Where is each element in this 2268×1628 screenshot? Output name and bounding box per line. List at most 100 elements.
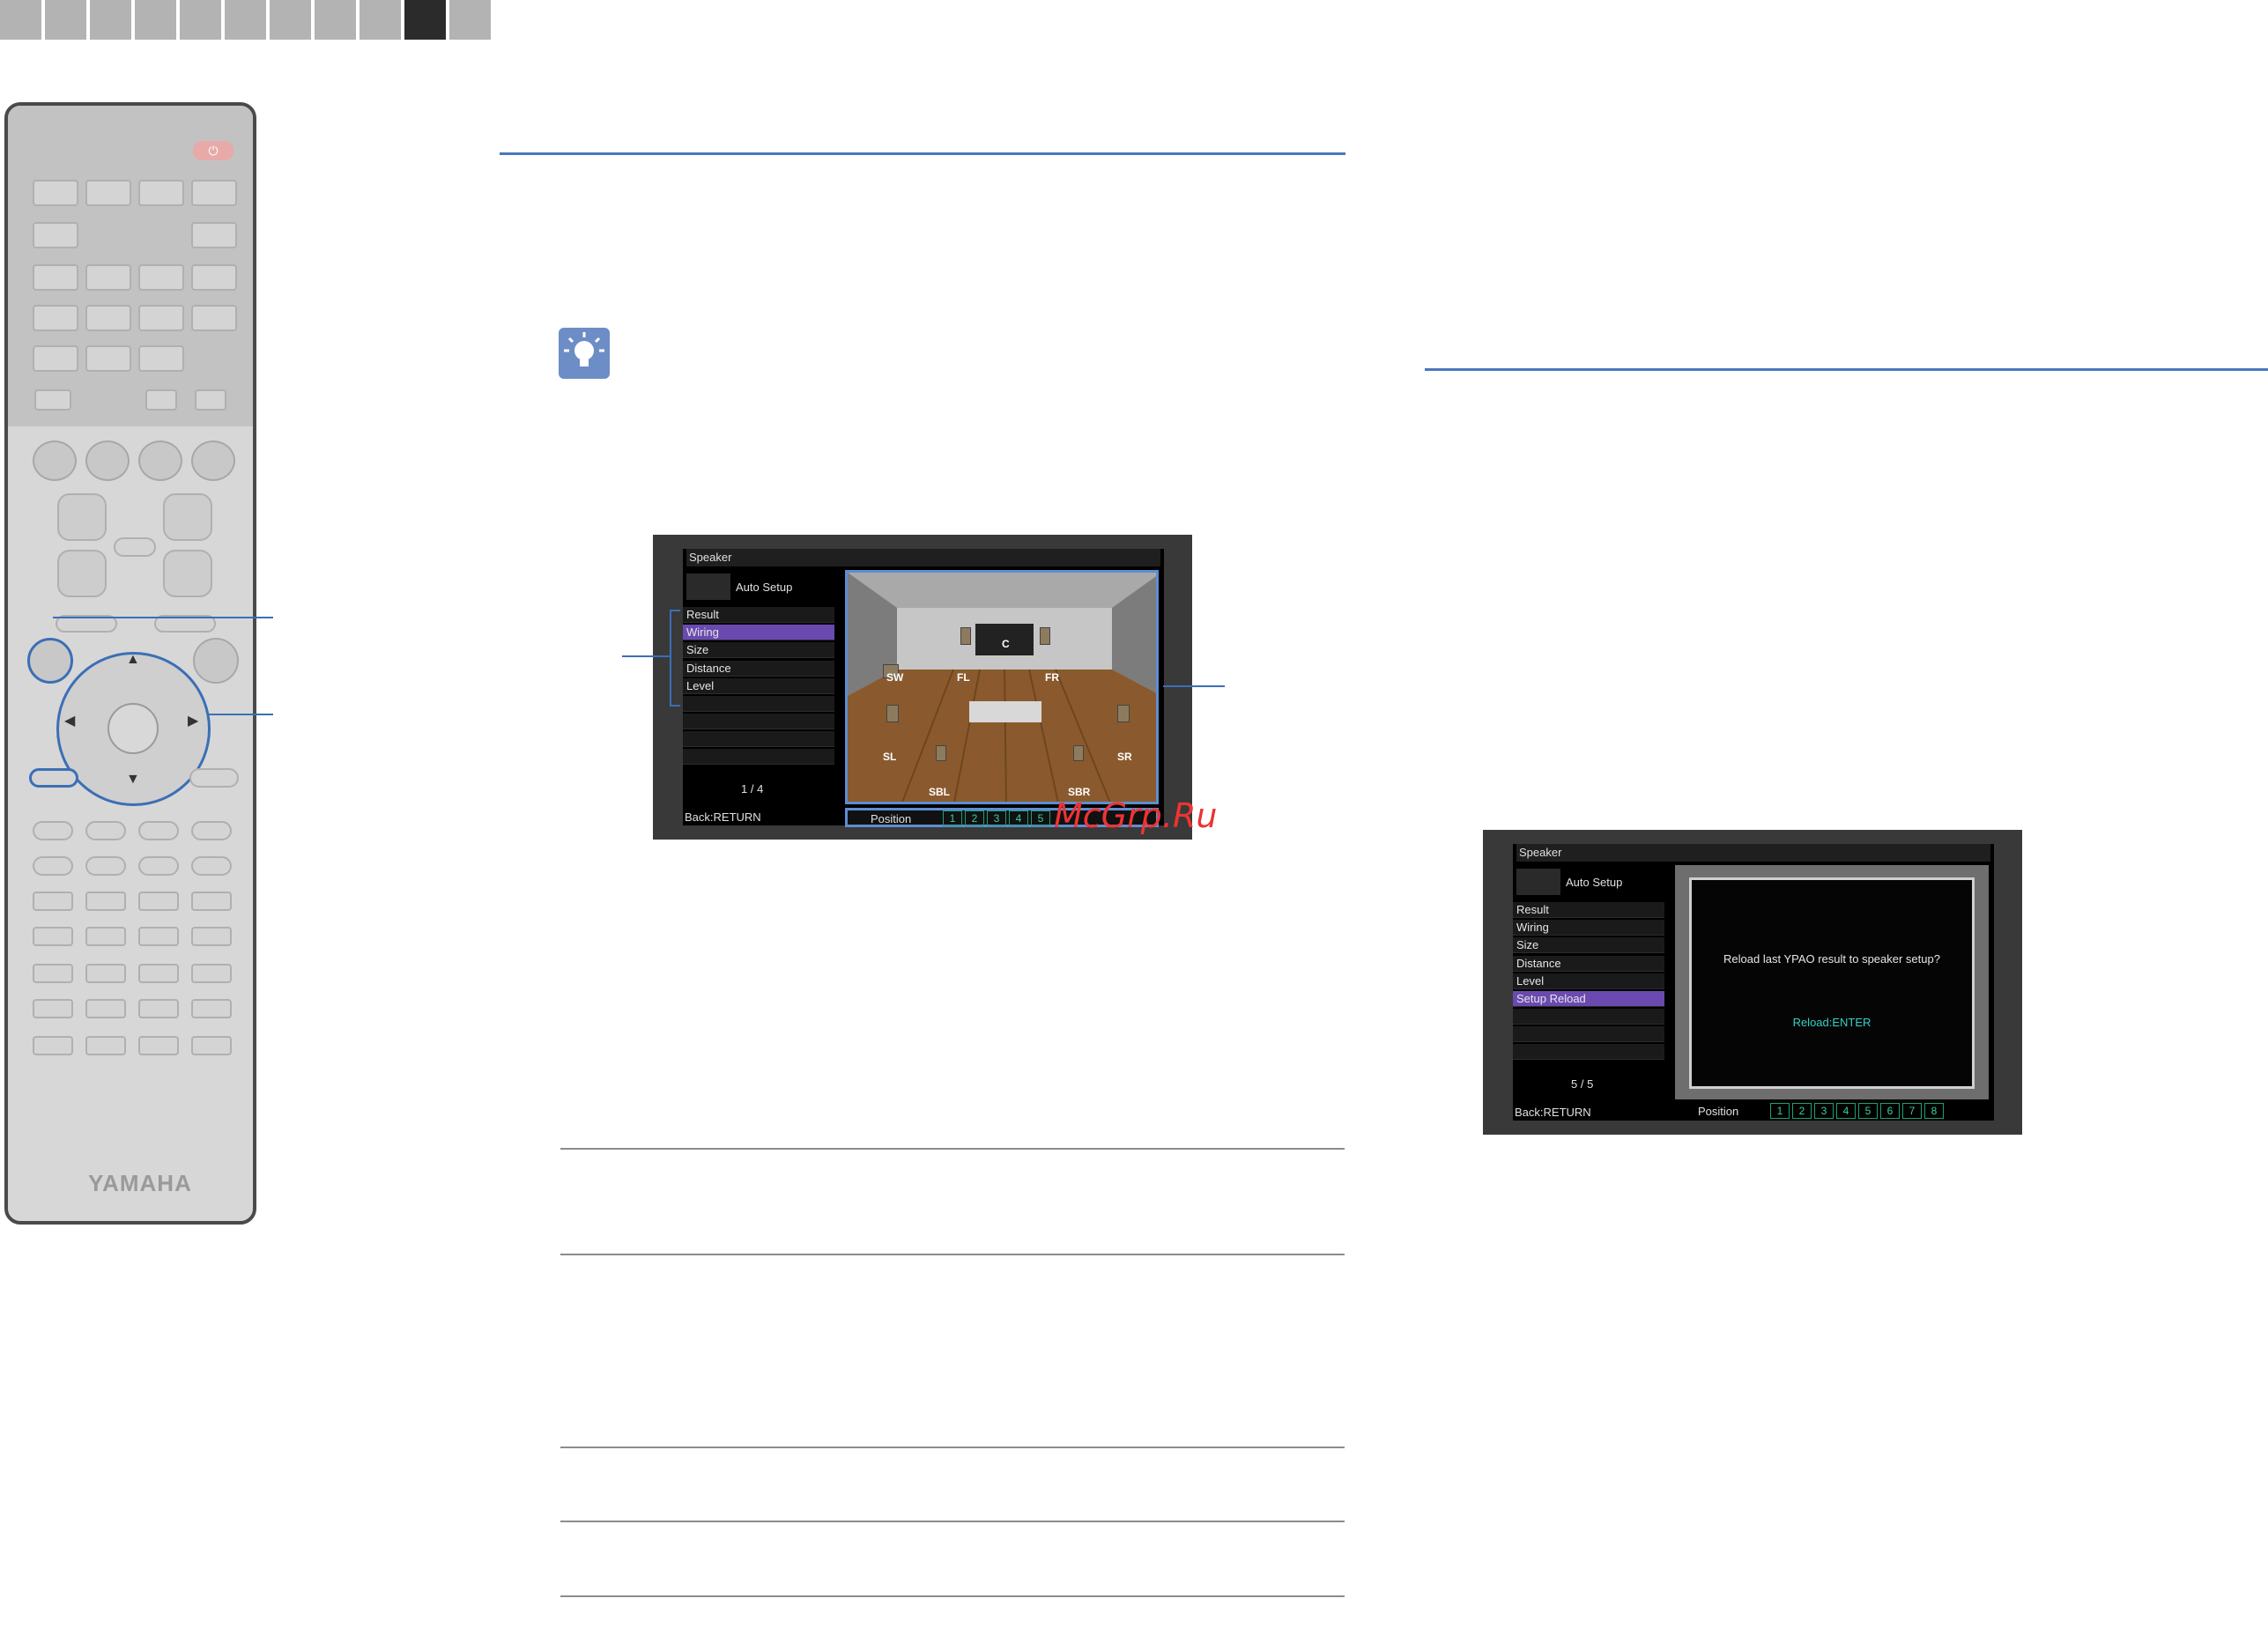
section-tab[interactable]	[449, 0, 491, 40]
menu-item-size[interactable]: Size	[1513, 937, 1664, 953]
numeric-button	[138, 892, 179, 911]
preset-up-button	[57, 493, 107, 541]
position-box[interactable]: 4	[1836, 1103, 1856, 1119]
osd-inner: Speaker Auto Setup Result Wiring Size Di…	[683, 549, 1164, 827]
position-box[interactable]: 3	[1814, 1103, 1834, 1119]
menu-item-level[interactable]: Level	[1513, 973, 1664, 989]
numeric-button	[85, 927, 126, 946]
numeric-button	[138, 999, 179, 1018]
speaker-label-sbl: SBL	[929, 786, 950, 798]
scene-button	[138, 440, 182, 481]
position-box[interactable]: 2	[965, 810, 984, 826]
numeric-button	[138, 964, 179, 983]
section-tab[interactable]	[0, 0, 41, 40]
cursor-right-icon: ▶	[188, 714, 199, 729]
watermark-text: McGrp.Ru	[1054, 796, 1218, 835]
menu-item-distance[interactable]: Distance	[683, 661, 834, 677]
osd-header: Speaker	[1516, 844, 1990, 862]
remote-button	[85, 180, 131, 206]
menu-item-empty	[683, 696, 834, 712]
callout-line-cursor	[208, 714, 273, 715]
reload-message: Reload last YPAO result to speaker setup…	[1723, 952, 1940, 966]
speaker-label-sr: SR	[1117, 751, 1132, 763]
osd-menu: Result Wiring Size Distance Level Setup …	[1513, 902, 1671, 1078]
transport-button	[138, 856, 179, 876]
section-tab[interactable]	[225, 0, 266, 40]
position-box[interactable]: 1	[1770, 1103, 1790, 1119]
remote-button	[33, 180, 78, 206]
menu-item-result[interactable]: Result	[683, 607, 834, 623]
menu-item-result[interactable]: Result	[1513, 902, 1664, 918]
menu-item-empty	[1513, 1026, 1664, 1042]
remote-button	[85, 345, 131, 372]
volume-up-button	[163, 493, 212, 541]
transport-button	[138, 821, 179, 840]
remote-button	[189, 768, 239, 788]
section-tab[interactable]	[315, 0, 356, 40]
cursor-up-icon: ▲	[126, 652, 140, 667]
position-box[interactable]: 7	[1902, 1103, 1922, 1119]
lightbulb-tip-icon	[559, 328, 610, 379]
position-bar: Position 1 2 3 4 5 6 7 8	[1675, 1103, 1989, 1121]
reload-enter-action[interactable]: Reload:ENTER	[1692, 1016, 1972, 1029]
remote-button	[33, 222, 78, 248]
remote-button	[138, 264, 184, 291]
remote-button	[33, 264, 78, 291]
remote-button	[138, 180, 184, 206]
position-box[interactable]: 5	[1858, 1103, 1878, 1119]
section-rule	[1425, 368, 2268, 371]
position-box[interactable]: 4	[1009, 810, 1028, 826]
section-tab[interactable]	[90, 0, 131, 40]
remote-button	[33, 345, 78, 372]
numeric-button	[33, 964, 73, 983]
table-rule	[560, 1447, 1345, 1448]
section-tab[interactable]	[270, 0, 311, 40]
menu-item-level[interactable]: Level	[683, 678, 834, 694]
menu-item-setup-reload[interactable]: Setup Reload	[1513, 991, 1664, 1007]
section-rule	[500, 152, 1345, 155]
menu-item-empty	[683, 749, 834, 765]
numeric-button	[191, 964, 232, 983]
diagram-callout-line	[1163, 685, 1225, 687]
power-button: ⏻	[193, 141, 233, 160]
numeric-button	[85, 1036, 126, 1055]
remote-button	[85, 305, 131, 331]
position-box[interactable]: 5	[1031, 810, 1050, 826]
speaker-setup-icon	[686, 574, 730, 600]
menu-item-wiring[interactable]: Wiring	[1513, 920, 1664, 936]
menu-item-size[interactable]: Size	[683, 642, 834, 658]
yamaha-logo: YAMAHA	[88, 1170, 192, 1196]
menu-item-wiring[interactable]: Wiring	[683, 625, 834, 640]
section-tab[interactable]	[45, 0, 86, 40]
transport-button	[33, 821, 73, 840]
speaker-sbl-icon	[936, 745, 946, 761]
remote-button	[33, 305, 78, 331]
position-box[interactable]: 6	[1880, 1103, 1900, 1119]
osd-mode: Auto Setup	[736, 581, 793, 594]
menu-item-distance[interactable]: Distance	[1513, 956, 1664, 972]
section-tab-active[interactable]	[404, 0, 446, 40]
speaker-setup-icon	[1516, 869, 1560, 895]
remote-button	[34, 389, 71, 411]
speaker-sl-icon	[886, 705, 899, 722]
speaker-label-sw: SW	[886, 671, 904, 684]
reload-dialog-backdrop: Reload last YPAO result to speaker setup…	[1675, 865, 1989, 1099]
display-button	[193, 638, 239, 684]
numeric-button	[85, 892, 126, 911]
section-tab[interactable]	[180, 0, 221, 40]
position-box[interactable]: 1	[943, 810, 962, 826]
numeric-button	[85, 964, 126, 983]
menu-item-empty	[683, 731, 834, 747]
numeric-button	[33, 1036, 73, 1055]
table-rule	[560, 1254, 1345, 1255]
section-tab[interactable]	[359, 0, 401, 40]
callout-line-setup	[53, 617, 273, 618]
position-box[interactable]: 8	[1924, 1103, 1944, 1119]
mute-button	[114, 537, 156, 557]
section-tab[interactable]	[135, 0, 176, 40]
speaker-label-fr: FR	[1045, 671, 1059, 684]
transport-button	[85, 821, 126, 840]
position-box[interactable]: 2	[1792, 1103, 1812, 1119]
position-box[interactable]: 3	[987, 810, 1006, 826]
numeric-button	[85, 999, 126, 1018]
